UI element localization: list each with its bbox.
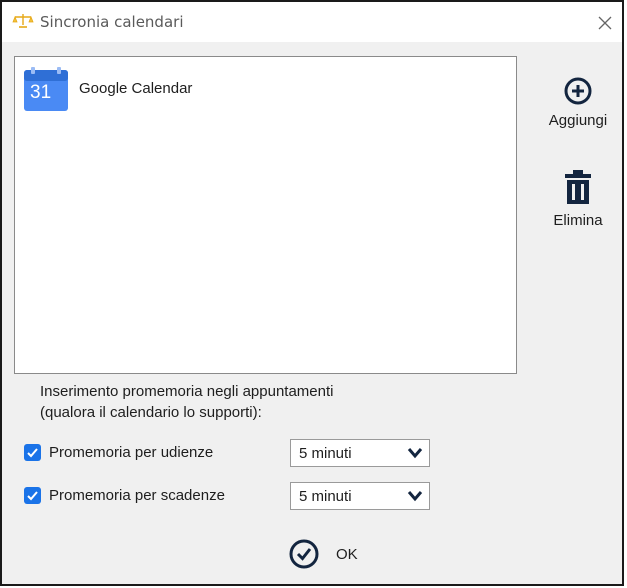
- hearings-select-value: 5 minuti: [299, 445, 352, 462]
- sync-calendars-dialog: Sincronia calendari 31 Google Calendar A…: [0, 0, 624, 586]
- reminder-info-line1: Inserimento promemoria negli appuntament…: [40, 383, 334, 400]
- add-label: Aggiungi: [548, 112, 608, 129]
- checkmark-icon: [27, 448, 38, 458]
- trash-icon: [565, 170, 591, 204]
- calendar-item-google[interactable]: 31 Google Calendar: [23, 66, 503, 111]
- title-bar: Sincronia calendari: [2, 2, 622, 42]
- delete-label: Elimina: [553, 212, 603, 229]
- hearings-checkbox[interactable]: [24, 444, 41, 461]
- deadlines-label: Promemoria per scadenze: [49, 487, 225, 504]
- chevron-down-icon: [407, 491, 423, 502]
- check-circle-icon: [289, 539, 319, 569]
- delete-button[interactable]: Elimina: [538, 170, 618, 229]
- deadlines-select-value: 5 minuti: [299, 488, 352, 505]
- google-calendar-day: 31: [30, 82, 52, 103]
- ok-label: OK: [336, 546, 358, 563]
- ok-button[interactable]: OK: [288, 536, 378, 572]
- chevron-down-icon: [407, 448, 423, 459]
- hearings-select[interactable]: 5 minuti: [290, 439, 430, 467]
- calendar-list[interactable]: 31 Google Calendar: [14, 56, 517, 374]
- close-icon[interactable]: [594, 12, 616, 34]
- checkmark-icon: [27, 491, 38, 501]
- add-button[interactable]: Aggiungi: [538, 76, 618, 129]
- deadlines-select[interactable]: 5 minuti: [290, 482, 430, 510]
- calendar-name: Google Calendar: [79, 80, 193, 97]
- scales-icon: [12, 14, 34, 28]
- plus-circle-icon: [564, 77, 592, 105]
- reminder-info: Inserimento promemoria negli appuntament…: [40, 381, 334, 423]
- deadlines-checkbox[interactable]: [24, 487, 41, 504]
- window-title: Sincronia calendari: [40, 13, 184, 31]
- hearings-label: Promemoria per udienze: [49, 444, 214, 461]
- reminder-info-line2: (qualora il calendario lo supporti):: [40, 404, 262, 421]
